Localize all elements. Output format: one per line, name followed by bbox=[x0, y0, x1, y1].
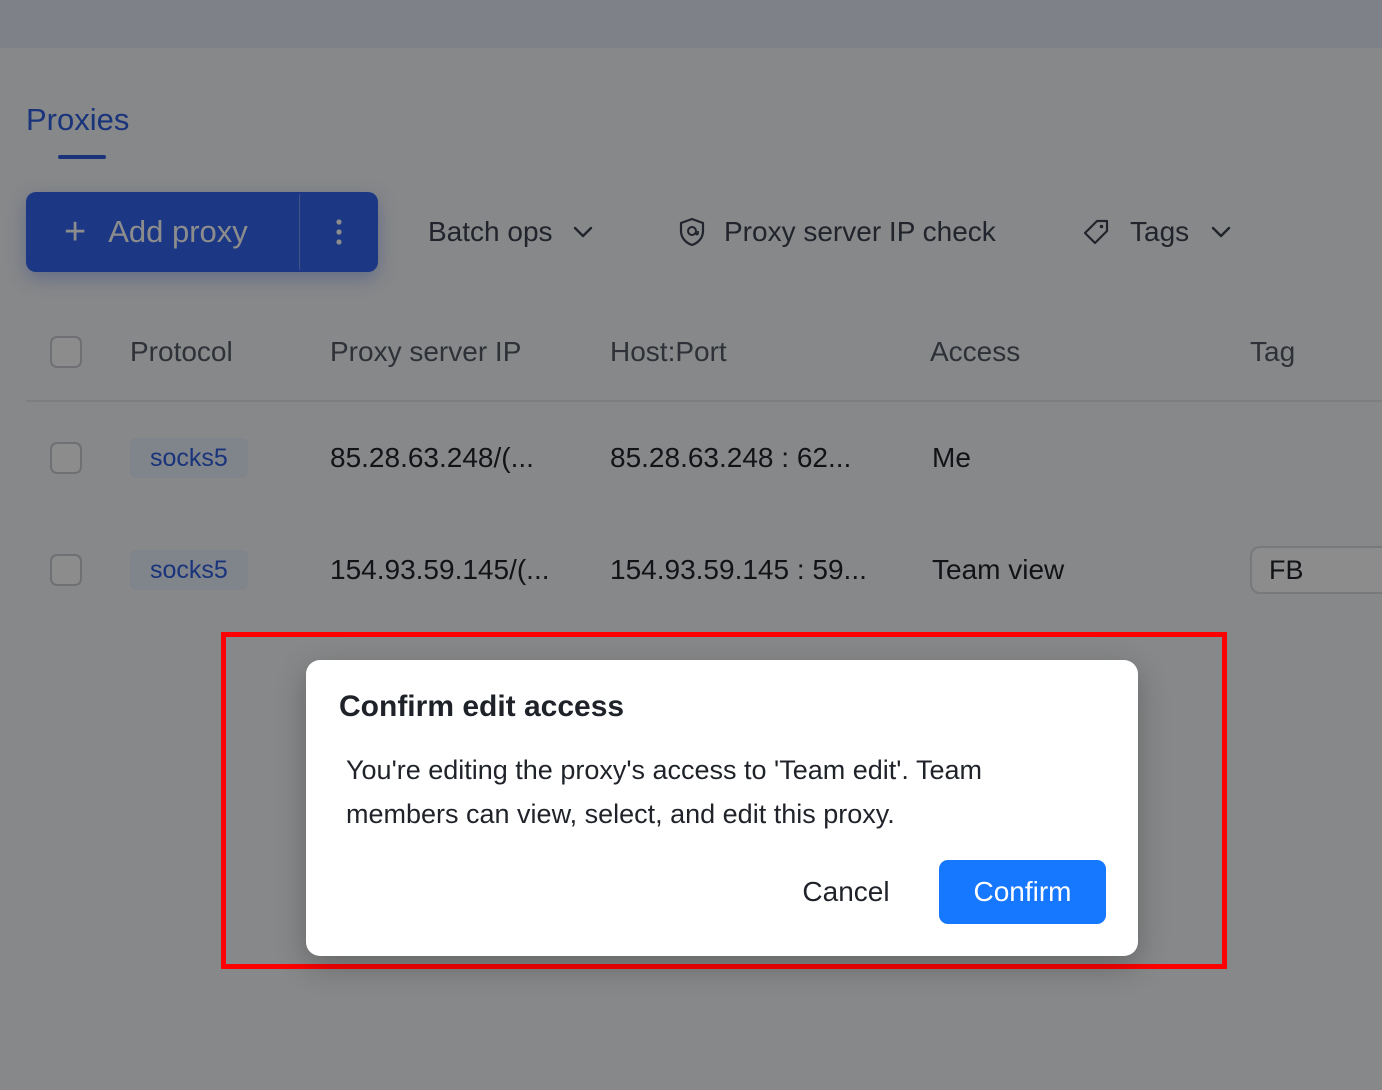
cancel-button[interactable]: Cancel bbox=[776, 860, 916, 924]
dialog-message: You're editing the proxy's access to 'Te… bbox=[346, 755, 982, 829]
confirm-dialog: Confirm edit access You're editing the p… bbox=[306, 660, 1138, 956]
dialog-title: Confirm edit access bbox=[339, 690, 625, 723]
confirm-button[interactable]: Confirm bbox=[939, 860, 1106, 924]
